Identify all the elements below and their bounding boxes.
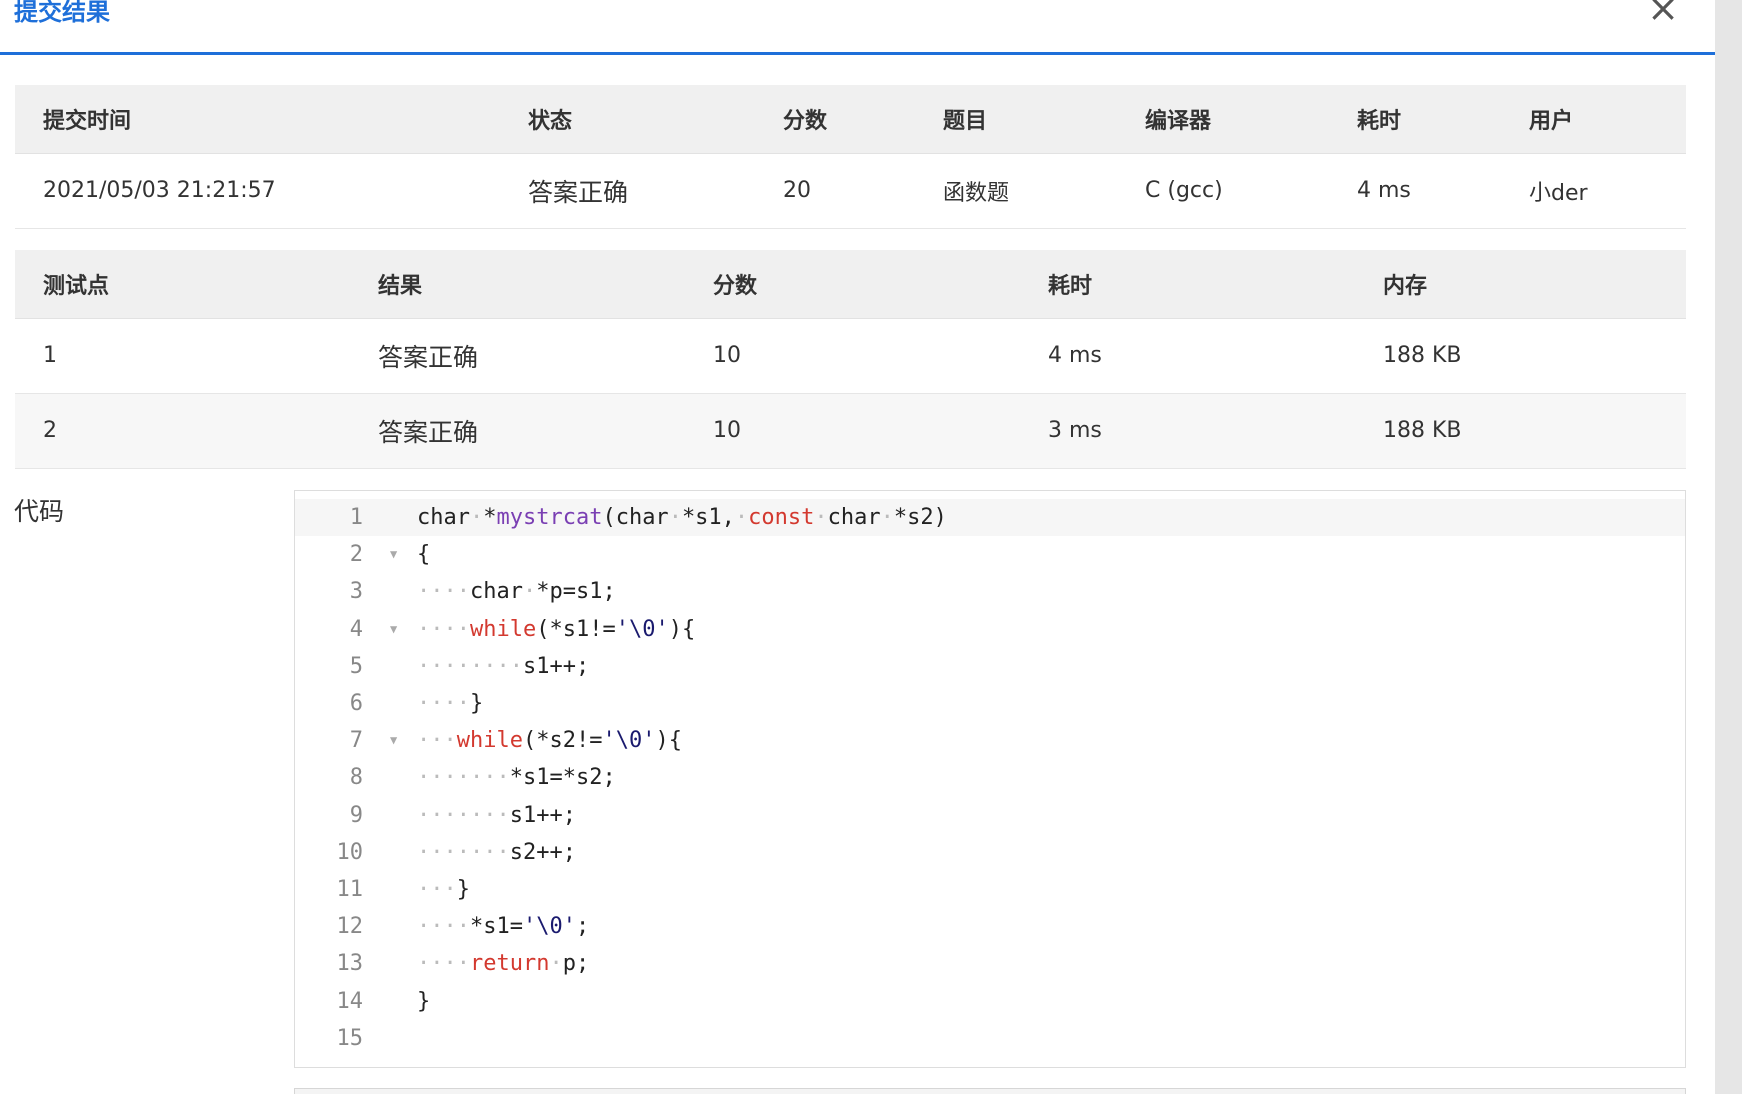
code-line: 5 ········s1++; <box>295 648 1685 685</box>
problem-type: 函数题 <box>915 153 1117 229</box>
code-text: ····return·p; <box>417 951 590 977</box>
case-score: 10 <box>685 393 1020 469</box>
code-text: ···while(*s2!='\0'){ <box>417 728 682 754</box>
case-time: 3 ms <box>1020 393 1355 469</box>
status-badge: 答案正确 <box>500 153 755 229</box>
close-icon[interactable]: × <box>1645 0 1681 27</box>
code-line: 3 ····char·*p=s1; <box>295 573 1685 610</box>
code-text: { <box>417 542 431 568</box>
header-score: 分数 <box>755 85 915 154</box>
code-line: 13 ····return·p; <box>295 945 1685 982</box>
header-time: 耗时 <box>1329 85 1501 154</box>
line-number: 14 <box>336 988 364 1014</box>
test-cases-table: 测试点 结果 分数 耗时 内存 1 答案正确 10 4 ms 188 KB 2 … <box>15 250 1686 469</box>
case-memory: 188 KB <box>1355 318 1686 394</box>
header-memory: 内存 <box>1355 250 1686 319</box>
code-label: 代码 <box>14 497 65 526</box>
code-line: 15 <box>295 1020 1685 1057</box>
case-memory: 188 KB <box>1355 393 1686 469</box>
header-user: 用户 <box>1501 85 1686 154</box>
header-result: 结果 <box>350 250 685 319</box>
page-scrollbar[interactable] <box>1715 0 1742 1094</box>
modal-title: 提交结果 <box>14 0 110 26</box>
code-line: 2 ▼ { <box>295 536 1685 573</box>
code-text: ·······s1++; <box>417 802 576 828</box>
header-test-point: 测试点 <box>15 250 350 319</box>
code-line: 7 ▼ ···while(*s2!='\0'){ <box>295 722 1685 759</box>
modal-header: 提交结果 × <box>0 0 1715 55</box>
header-problem: 题目 <box>915 85 1117 154</box>
code-text: } <box>417 988 431 1014</box>
case-time: 4 ms <box>1020 318 1355 394</box>
elapsed-time: 4 ms <box>1329 153 1501 229</box>
line-number: 9 <box>349 802 363 828</box>
line-number: 7 <box>349 728 363 754</box>
table-row: 2 答案正确 10 3 ms 188 KB <box>15 393 1686 469</box>
code-text: ····char·*p=s1; <box>417 579 616 605</box>
code-line: 11 ···} <box>295 871 1685 908</box>
case-id: 1 <box>15 318 350 394</box>
summary-header-row: 提交时间 状态 分数 题目 编译器 耗时 用户 <box>15 85 1686 154</box>
case-score: 10 <box>685 318 1020 394</box>
line-number: 3 <box>349 579 363 605</box>
line-number: 6 <box>349 691 363 716</box>
code-text: ····*s1='\0'; <box>417 914 590 940</box>
code-line: 6 ····} <box>295 685 1685 722</box>
header-submit-time: 提交时间 <box>15 85 500 154</box>
code-editor[interactable]: 1 char·*mystrcat(char·*s1,·const·char·*s2… <box>294 490 1686 1068</box>
header-case-time: 耗时 <box>1020 250 1355 319</box>
code-text: ········s1++; <box>417 653 590 679</box>
code-text: ····} <box>417 691 484 716</box>
header-compiler: 编译器 <box>1117 85 1329 154</box>
line-number: 5 <box>349 653 363 679</box>
case-result: 答案正确 <box>350 393 685 469</box>
line-number: 13 <box>336 951 364 977</box>
cases-header-row: 测试点 结果 分数 耗时 内存 <box>15 250 1686 319</box>
code-text: ····while(*s1!='\0'){ <box>417 616 696 642</box>
fold-arrow-icon[interactable]: ▼ <box>390 536 397 573</box>
code-line: 14} <box>295 983 1685 1020</box>
summary-row: 2021/05/03 21:21:57 答案正确 20 函数题 C (gcc) … <box>15 153 1686 229</box>
code-line: 9 ·······s1++; <box>295 797 1685 834</box>
code-text: char·*mystrcat(char·*s1,·const·char·*s2) <box>417 505 947 530</box>
code-text: ·······*s1=*s2; <box>417 765 616 791</box>
fold-arrow-icon[interactable]: ▼ <box>390 722 397 759</box>
case-id: 2 <box>15 393 350 469</box>
user-name: 小der <box>1501 153 1686 229</box>
fold-arrow-icon[interactable]: ▼ <box>390 611 397 648</box>
table-row: 1 答案正确 10 4 ms 188 KB <box>15 318 1686 394</box>
line-number: 11 <box>336 877 364 902</box>
code-text: ·······s2++; <box>417 839 576 865</box>
header-case-score: 分数 <box>685 250 1020 319</box>
code-line: 12 ····*s1='\0'; <box>295 908 1685 945</box>
submission-summary-table: 提交时间 状态 分数 题目 编译器 耗时 用户 2021/05/03 21:21… <box>15 85 1686 229</box>
score: 20 <box>755 153 915 229</box>
line-number: 12 <box>336 914 364 940</box>
bottom-panel-edge <box>294 1088 1686 1094</box>
code-line: 1 char·*mystrcat(char·*s1,·const·char·*s2… <box>295 499 1685 536</box>
line-number: 15 <box>336 1025 364 1051</box>
line-number: 4 <box>349 616 363 642</box>
code-line: 10 ·······s2++; <box>295 834 1685 871</box>
submit-time: 2021/05/03 21:21:57 <box>15 153 500 229</box>
line-number: 2 <box>349 542 363 568</box>
header-status: 状态 <box>500 85 755 154</box>
line-number: 1 <box>349 505 363 530</box>
line-number: 10 <box>336 839 364 865</box>
case-result: 答案正确 <box>350 318 685 394</box>
code-text: ···} <box>417 877 470 902</box>
code-line: 8 ·······*s1=*s2; <box>295 759 1685 796</box>
compiler: C (gcc) <box>1117 153 1329 229</box>
line-number: 8 <box>349 765 363 791</box>
code-line: 4 ▼ ····while(*s1!='\0'){ <box>295 611 1685 648</box>
